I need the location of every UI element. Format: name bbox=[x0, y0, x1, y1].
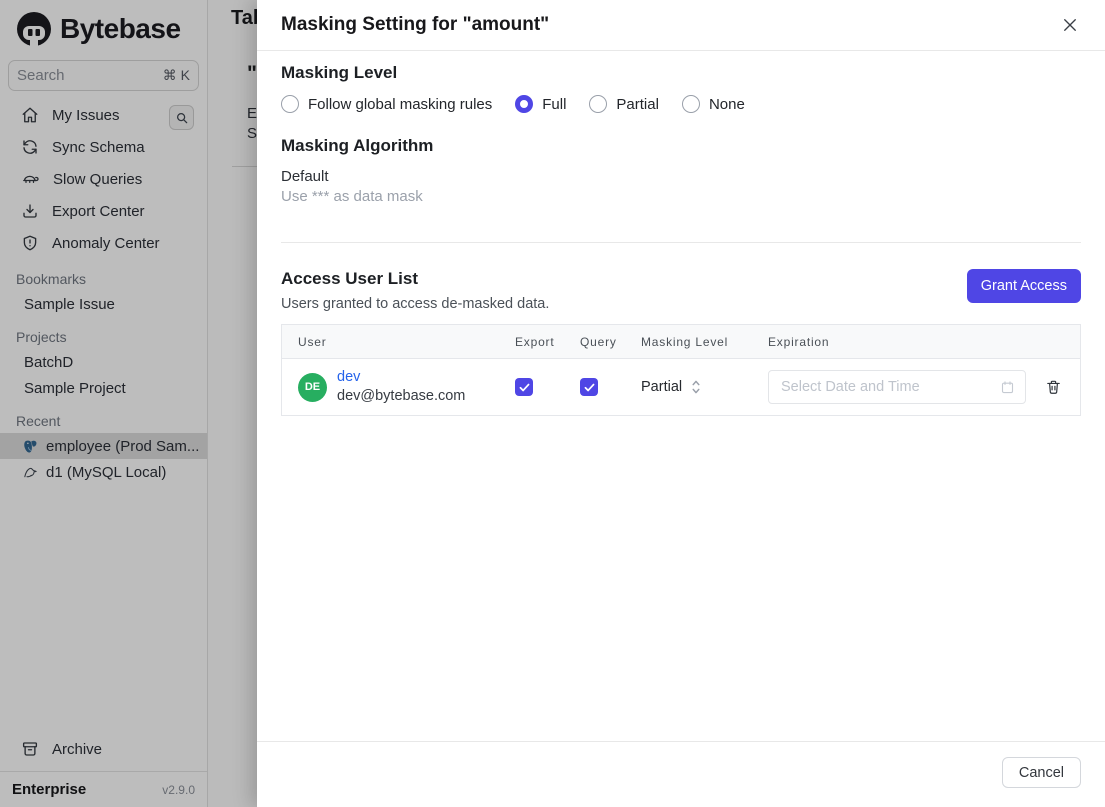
date-input-field[interactable] bbox=[781, 379, 992, 395]
masking-level-radio-group: Follow global masking rules Full Partial… bbox=[281, 95, 1081, 113]
radio-icon[interactable] bbox=[589, 95, 608, 113]
access-user-list-heading: Access User List bbox=[281, 269, 419, 288]
updown-chevron-icon bbox=[691, 379, 701, 395]
query-cell bbox=[564, 378, 625, 396]
masking-algorithm-description: Use *** as data mask bbox=[281, 188, 423, 205]
radio-selected-icon[interactable] bbox=[515, 95, 534, 113]
query-checkbox[interactable] bbox=[580, 378, 598, 396]
column-header-masking-level: Masking Level bbox=[641, 334, 729, 349]
export-cell bbox=[499, 378, 564, 396]
access-user-list-header: Access User List Users granted to access… bbox=[281, 269, 1081, 312]
column-header-export: Export bbox=[515, 334, 555, 349]
radio-none[interactable]: None bbox=[681, 95, 745, 113]
table-row: DE dev dev@bytebase.com Partial Select D… bbox=[282, 359, 1080, 415]
avatar: DE bbox=[298, 372, 327, 402]
radio-follow-global[interactable]: Follow global masking rules bbox=[281, 95, 492, 113]
export-checkbox[interactable] bbox=[515, 378, 533, 396]
table-header-row: User Export Query Masking Level Expirati… bbox=[282, 325, 1080, 359]
grant-access-button[interactable]: Grant Access bbox=[966, 269, 1081, 303]
section-divider bbox=[281, 242, 1081, 243]
calendar-icon[interactable] bbox=[1000, 380, 1015, 395]
column-header-query: Query bbox=[580, 334, 617, 349]
column-header-user: User bbox=[298, 334, 327, 349]
user-name-link[interactable]: dev bbox=[337, 368, 465, 387]
user-email: dev@bytebase.com bbox=[337, 388, 466, 404]
modal-header: Masking Setting for "amount" bbox=[257, 0, 1105, 51]
masking-algorithm-name: Default bbox=[281, 168, 329, 185]
masking-level-heading: Masking Level bbox=[281, 63, 398, 82]
masking-level-cell: Partial bbox=[625, 379, 752, 395]
radio-icon[interactable] bbox=[681, 95, 700, 113]
column-header-expiration: Expiration bbox=[768, 334, 830, 349]
masking-setting-modal: Masking Setting for "amount" Masking Lev… bbox=[257, 0, 1105, 807]
user-cell: DE dev dev@bytebase.com bbox=[282, 368, 499, 406]
cancel-button[interactable]: Cancel bbox=[1001, 757, 1081, 788]
radio-partial[interactable]: Partial bbox=[589, 95, 659, 113]
access-user-table: User Export Query Masking Level Expirati… bbox=[281, 324, 1081, 416]
expiration-cell bbox=[752, 370, 1080, 404]
modal-footer: Cancel bbox=[257, 741, 1105, 807]
masking-algorithm-heading: Masking Algorithm bbox=[281, 136, 434, 155]
modal-body: Masking Level Follow global masking rule… bbox=[257, 51, 1105, 416]
radio-full[interactable]: Full bbox=[515, 95, 566, 113]
modal-title: Masking Setting for "amount" bbox=[281, 14, 550, 35]
delete-user-icon[interactable] bbox=[1045, 378, 1062, 396]
access-user-list-subtitle: Users granted to access de-masked data. bbox=[281, 296, 550, 312]
masking-level-select[interactable]: Partial bbox=[641, 379, 752, 395]
expiration-date-input[interactable] bbox=[768, 370, 1026, 404]
close-icon[interactable] bbox=[1059, 14, 1081, 36]
radio-icon[interactable] bbox=[281, 95, 299, 113]
